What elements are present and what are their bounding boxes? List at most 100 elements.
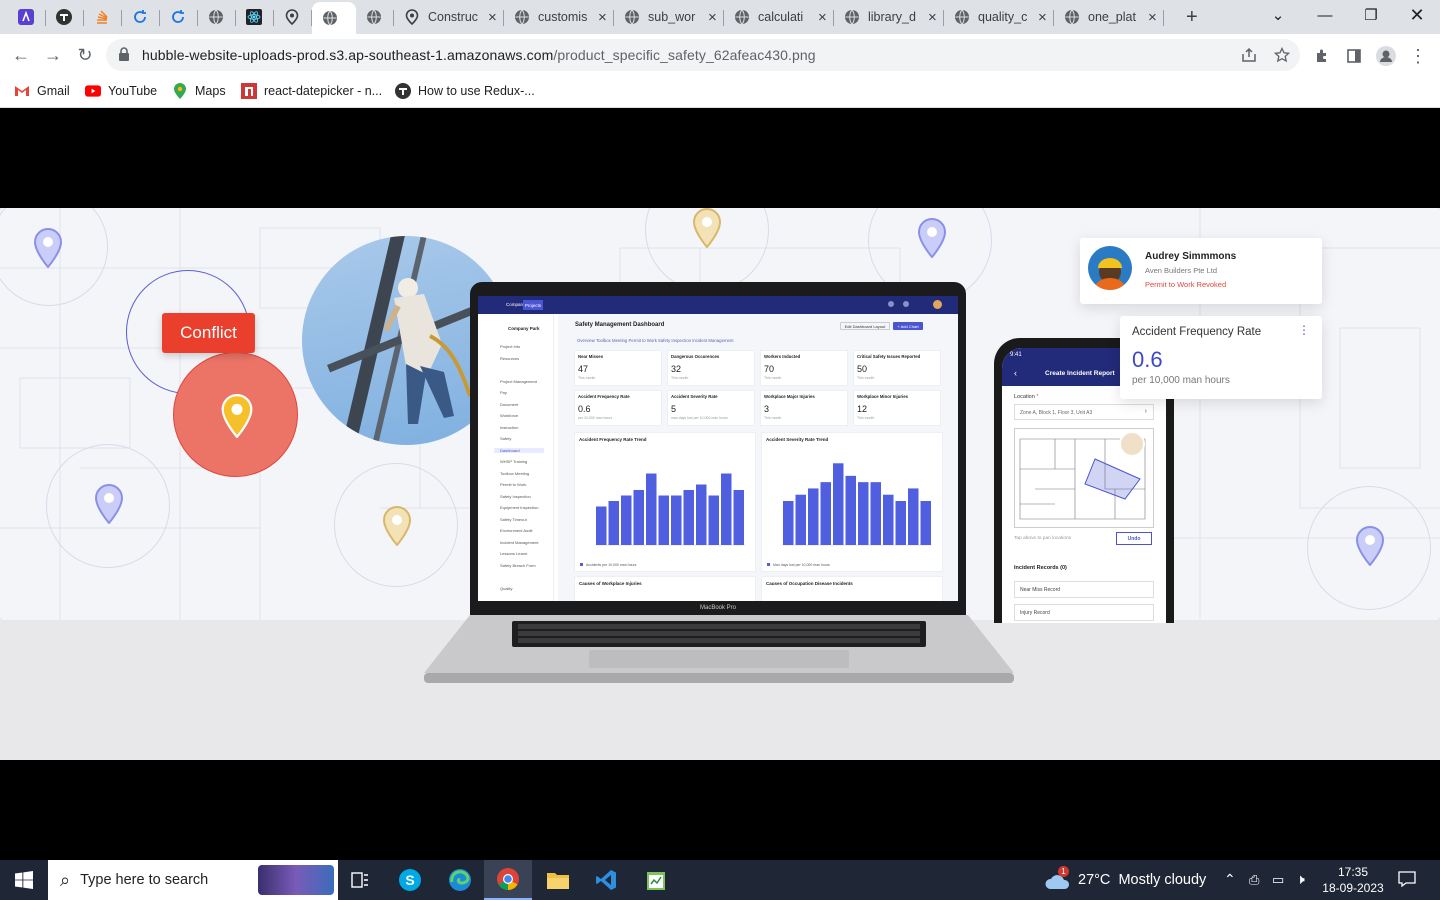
- show-hidden-icons[interactable]: ⌃: [1224, 871, 1236, 888]
- volume-muted-icon[interactable]: 🕨: [1296, 871, 1305, 888]
- side-panel-icon[interactable]: [1344, 46, 1364, 66]
- sidebar-item[interactable]: Dashboard: [494, 447, 544, 453]
- sidebar-item[interactable]: Environment Audit: [500, 528, 532, 533]
- sidebar-item[interactable]: Permit to Work: [500, 482, 526, 487]
- add-chart-button[interactable]: + Add Chart: [893, 322, 923, 330]
- reload-button[interactable]: ↻: [72, 42, 98, 68]
- sidebar-item[interactable]: Equipment Inspection: [500, 505, 538, 510]
- browser-tab[interactable]: [160, 4, 198, 30]
- sidebar-item[interactable]: Safety: [500, 436, 511, 441]
- browser-tab[interactable]: [46, 4, 84, 30]
- close-tab-icon[interactable]: ×: [488, 10, 497, 25]
- kpi-value: 70: [764, 364, 775, 374]
- sidebar-item[interactable]: Resources: [500, 356, 519, 361]
- browser-tab[interactable]: [8, 4, 46, 30]
- kpi-subtitle: This month: [764, 416, 782, 420]
- nav-projects[interactable]: Projects: [523, 300, 543, 310]
- browser-tab[interactable]: quality_c ×: [944, 4, 1054, 30]
- sidebar-item[interactable]: Project Info: [500, 344, 520, 349]
- weather-cloud-icon[interactable]: 1: [1044, 866, 1072, 897]
- sidebar-item[interactable]: Project Management: [500, 379, 537, 384]
- close-tab-icon[interactable]: ×: [818, 10, 827, 25]
- bookmark-maps[interactable]: Maps: [172, 83, 226, 99]
- browser-tab[interactable]: [312, 2, 356, 34]
- sidebar-item[interactable]: Pay: [500, 390, 507, 395]
- browser-tab[interactable]: [122, 4, 160, 30]
- browser-tab[interactable]: [236, 4, 274, 30]
- gear-icon[interactable]: [903, 301, 909, 307]
- meet-now-icon[interactable]: ⎙: [1249, 872, 1259, 888]
- forward-button[interactable]: →: [40, 42, 66, 68]
- browser-tab[interactable]: library_d ×: [834, 4, 944, 30]
- profile-avatar-icon[interactable]: [1376, 46, 1396, 66]
- sidebar-item[interactable]: Lessons Learnt: [500, 551, 527, 556]
- edit-layout-button[interactable]: Edit Dashboard Layout: [840, 322, 890, 330]
- location-field[interactable]: Zone A, Block 1, Floor 3, Unit A3 ›: [1014, 404, 1154, 420]
- new-tab-button[interactable]: +: [1180, 4, 1210, 30]
- edge-icon[interactable]: [436, 860, 484, 900]
- sidebar-item[interactable]: Instruction: [500, 425, 518, 430]
- taskbar-search[interactable]: ⌕ Type here to search: [48, 860, 338, 900]
- bell-icon[interactable]: [888, 301, 894, 307]
- sidebar-item[interactable]: Safety Inspection: [500, 494, 531, 499]
- address-bar[interactable]: hubble-website-uploads-prod.s3.ap-southe…: [106, 39, 1300, 71]
- minimize-button[interactable]: —: [1302, 0, 1348, 30]
- sidebar-item[interactable]: Safety Timeout: [500, 517, 527, 522]
- sidebar-item[interactable]: WHSP Training: [500, 459, 527, 464]
- avatar[interactable]: [933, 300, 942, 309]
- sidebar-item[interactable]: Safety Breach Form: [500, 563, 536, 568]
- menu-icon[interactable]: ⋮: [1408, 46, 1428, 66]
- more-icon[interactable]: ⋮: [1298, 323, 1310, 337]
- skype-icon[interactable]: S: [386, 860, 434, 900]
- undo-button[interactable]: Undo: [1116, 532, 1152, 545]
- back-button[interactable]: ←: [8, 42, 34, 68]
- share-icon[interactable]: [1239, 45, 1259, 65]
- close-tab-icon[interactable]: ×: [928, 10, 937, 25]
- close-tab-icon[interactable]: ×: [598, 10, 607, 25]
- sidebar-item[interactable]: Quality: [500, 586, 512, 591]
- bookmark-gmail[interactable]: Gmail: [14, 83, 70, 99]
- browser-tab[interactable]: [274, 4, 312, 30]
- close-tab-icon[interactable]: ×: [1148, 10, 1157, 25]
- sidebar-item[interactable]: Document: [500, 402, 518, 407]
- task-view-icon[interactable]: [336, 860, 384, 900]
- star-icon[interactable]: [1272, 45, 1292, 65]
- clock[interactable]: 17:35 18-09-2023: [1322, 864, 1384, 896]
- injury-record[interactable]: Injury Record: [1014, 604, 1154, 621]
- tab-search-icon[interactable]: ⌄: [1255, 0, 1301, 30]
- browser-tab[interactable]: customis ×: [504, 4, 614, 30]
- browser-tab[interactable]: [356, 4, 394, 30]
- browser-tab[interactable]: [84, 4, 122, 30]
- kpi-value: 50: [857, 364, 868, 374]
- browser-tab[interactable]: one_plat ×: [1054, 4, 1164, 30]
- bookmarks-bar: Gmail YouTube Maps react-datepicker - n.…: [0, 76, 1440, 108]
- close-window-button[interactable]: ✕: [1394, 0, 1440, 30]
- file-explorer-icon[interactable]: [534, 860, 582, 900]
- bookmark-youtube[interactable]: YouTube: [85, 83, 157, 99]
- back-arrow-icon[interactable]: ‹: [1014, 368, 1017, 378]
- chrome-icon[interactable]: [484, 860, 532, 900]
- weather-text[interactable]: 27°C Mostly cloudy: [1078, 872, 1206, 888]
- browser-tab[interactable]: calculati ×: [724, 4, 834, 30]
- sidebar-item[interactable]: Incident Management: [500, 540, 538, 545]
- close-tab-icon[interactable]: ×: [708, 10, 717, 25]
- bookmark-react-datepicker[interactable]: react-datepicker - n...: [241, 83, 382, 99]
- browser-tab[interactable]: sub_wor ×: [614, 4, 724, 30]
- notifications-icon[interactable]: [1398, 870, 1416, 893]
- browser-tab[interactable]: [198, 4, 236, 30]
- network-icon[interactable]: ▭: [1272, 872, 1284, 888]
- dashboard-tabs[interactable]: Overview Toolbox Meeting Permit to Work …: [577, 338, 734, 343]
- bookmark-redux[interactable]: How to use Redux-...: [395, 83, 535, 99]
- extensions-icon[interactable]: [1312, 46, 1332, 66]
- windows-start-icon[interactable]: [0, 860, 48, 900]
- floor-plan[interactable]: [1014, 428, 1154, 528]
- near-miss-record[interactable]: Near Miss Record: [1014, 581, 1154, 598]
- maximize-button[interactable]: ❐: [1348, 0, 1394, 30]
- sidebar-item[interactable]: Toolbox Meeting: [500, 471, 529, 476]
- browser-tab[interactable]: Construc ×: [394, 4, 504, 30]
- sidebar-item[interactable]: Workforce: [500, 413, 518, 418]
- causes-injuries-card: Causes of Workplace Injuries: [574, 576, 756, 601]
- close-tab-icon[interactable]: ×: [1038, 10, 1047, 25]
- vscode-icon[interactable]: [582, 860, 630, 900]
- notepad-icon[interactable]: [632, 860, 680, 900]
